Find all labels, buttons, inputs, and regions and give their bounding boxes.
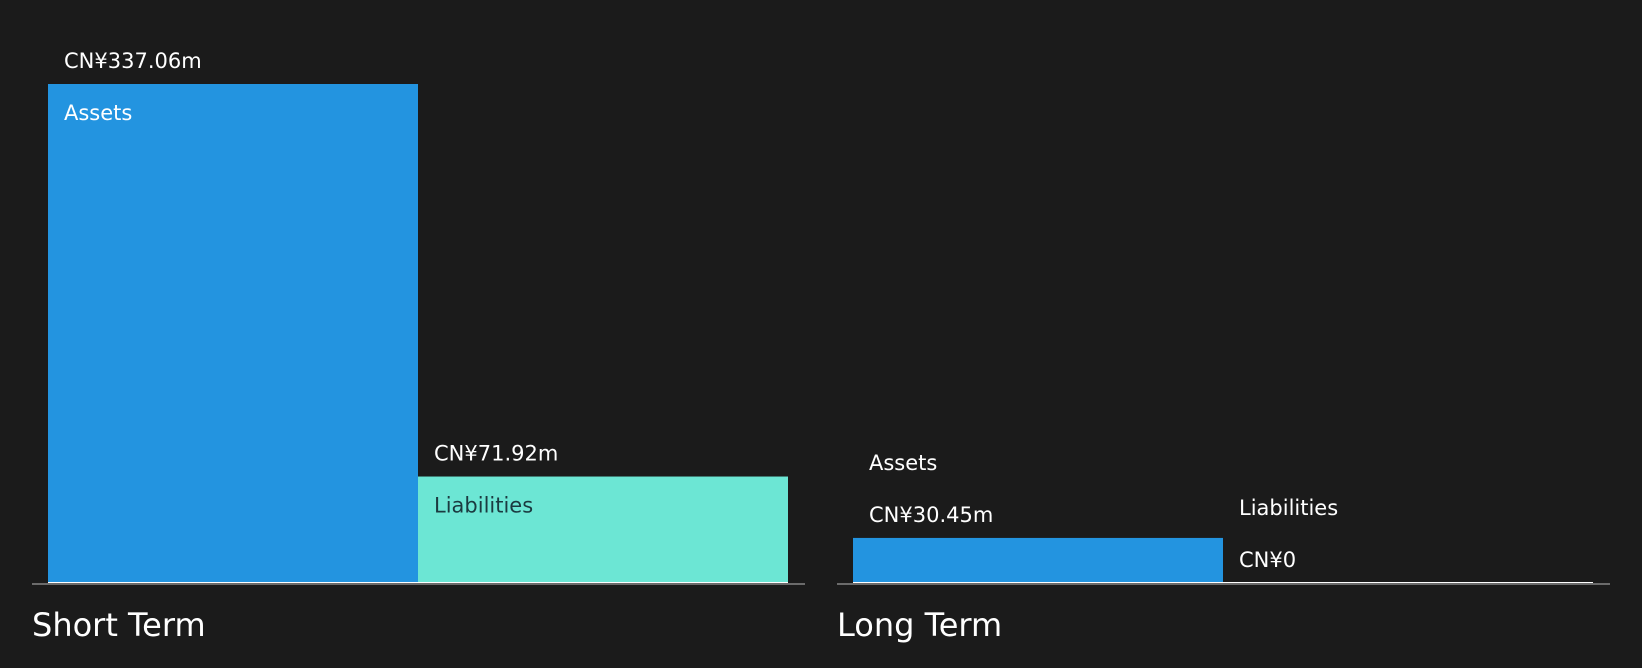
long-term-title: Long Term xyxy=(837,606,1002,644)
short-term-assets-value-label: CN¥337.06m xyxy=(64,49,202,73)
short-term-title: Short Term xyxy=(32,606,206,644)
bars-layer xyxy=(48,84,1593,584)
short-term-liabilities-value-label: CN¥71.92m xyxy=(434,442,558,466)
short-term-liabilities-category-label: Liabilities xyxy=(434,494,533,518)
long-term-assets-value-label: CN¥30.45m xyxy=(869,503,993,527)
short-term-assets-bar xyxy=(48,84,418,583)
short-term-assets-category-label: Assets xyxy=(64,101,132,125)
long-term-liabilities-category-label: Liabilities xyxy=(1239,496,1338,520)
long-term-assets-category-label: Assets xyxy=(869,451,937,475)
balance-sheet-chart: Short Term CN¥337.06m Assets CN¥71.92m Liabi… xyxy=(32,49,1610,644)
short-term-liabilities-bar xyxy=(418,476,788,583)
long-term-liabilities-value-label: CN¥0 xyxy=(1239,548,1296,572)
long-term-assets-bar xyxy=(853,537,1223,583)
